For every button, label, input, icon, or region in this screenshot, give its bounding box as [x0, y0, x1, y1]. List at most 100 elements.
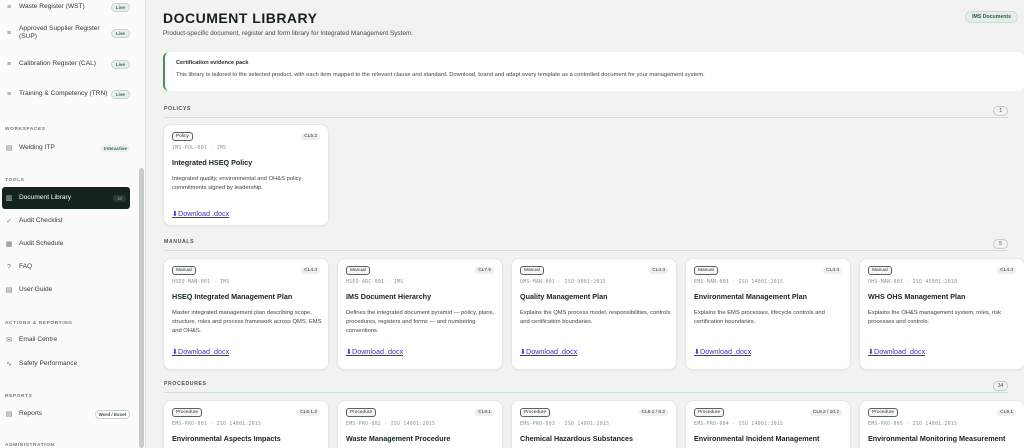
- section-divider: 34: [164, 381, 1008, 393]
- clause-badge: CL4.4: [301, 267, 320, 274]
- document-description: Master integrated management plan descri…: [172, 310, 322, 334]
- document-description: Integrated quality, environmental and OH…: [172, 176, 302, 191]
- page-subtitle: Product-specific document, register and …: [163, 30, 414, 37]
- document-card: Policy CL5.2 IMS-POL-001 · IMS Integrated H…: [163, 124, 329, 226]
- document-description: Explains the QMS process model, responsi…: [520, 310, 671, 325]
- calendar-icon: ▦: [5, 241, 13, 248]
- download-link[interactable]: ⬇Download .docx: [520, 347, 577, 356]
- section-heading-actions: ACTIONS & REPORTING: [5, 321, 73, 326]
- list-icon: ≡: [6, 90, 12, 98]
- count-badge: 10: [113, 194, 126, 202]
- document-card: Procedure CL8.2 / 10.2 EMS-PRO-004 · ISO 1…: [685, 400, 851, 448]
- document-title: WHS OHS Management Plan: [868, 292, 966, 301]
- sidebar-item-label: Training & Competency (TRN): [19, 90, 108, 97]
- sidebar-item-label: FAQ: [19, 263, 33, 270]
- mail-icon: ✉: [6, 337, 12, 344]
- callout-heading: Certification evidence pack: [176, 60, 249, 66]
- sidebar-item-reports[interactable]: ▤ Reports Word / Excel: [4, 409, 130, 419]
- sidebar-item-label: Audit Schedule: [19, 240, 64, 247]
- sidebar-item-label: Email Centre: [19, 336, 58, 343]
- document-description: Explains the OH&S management system, rol…: [868, 310, 1002, 325]
- document-card: Procedure CL9.1 EMS-PRO-005 · ISO 14001:20…: [859, 400, 1024, 448]
- download-link[interactable]: ⬇Download .docx: [346, 347, 403, 356]
- sidebar-item-label: Welding ITP: [19, 144, 55, 151]
- sidebar-item-welding-itp[interactable]: ▤ Welding ITP Interactive: [4, 142, 130, 154]
- document-title: Environmental Monitoring Measurement: [868, 434, 1006, 443]
- document-card: Manual CL4.4 OHS-MAN-001 · ISO 45001:2018 W…: [859, 258, 1024, 370]
- sidebar-item-label: Reports: [19, 410, 43, 417]
- sidebar-item-faq[interactable]: ? FAQ: [4, 262, 130, 272]
- document-card: Procedure CL8.1 / 8.2 EMS-PRO-003 · ISO 14…: [511, 400, 677, 448]
- document-card: Manual CL4.4 EMS-MAN-001 · ISO 14001:2015 E…: [685, 258, 851, 370]
- clause-badge: CL6.1.2: [297, 409, 320, 416]
- document-title: Quality Management Plan: [520, 292, 608, 301]
- document-type-tag: Procedure: [346, 408, 377, 417]
- document-card: Manual CL4.4 QMS-MAN-001 · ISO 9001:2015 Qu…: [511, 258, 677, 370]
- sidebar-item-audit-schedule[interactable]: ▦ Audit Schedule: [4, 239, 130, 249]
- clause-badge: CL9.1: [997, 409, 1016, 416]
- clause-badge: CL5.2: [301, 133, 320, 140]
- document-code: EMS-PRO-005 · ISO 14001:2015: [868, 422, 958, 427]
- sidebar-item-waste-register[interactable]: ≡ Waste Register (WST) Live: [4, 2, 130, 12]
- download-link[interactable]: ⬇Download .docx: [868, 347, 925, 356]
- status-badge: Live: [110, 89, 130, 99]
- document-code: EMS-PRO-001 · ISO 14001:2015: [172, 422, 262, 427]
- clause-badge: CL7.5: [475, 267, 494, 274]
- section-heading-workspaces: WORKSPACES: [5, 127, 46, 132]
- section-heading-reports: REPORTS: [5, 394, 33, 399]
- certification-callout: Certification evidence pack This library…: [163, 52, 1024, 91]
- section-divider: 1: [164, 106, 1008, 118]
- sidebar-item-safety-performance[interactable]: ∿ Safety Performance: [4, 359, 130, 369]
- sidebar-item-supplier-register[interactable]: ≡ Approved Supplier Register (SUP) Live: [4, 24, 130, 42]
- sidebar-scrollbar[interactable]: [139, 168, 144, 448]
- document-title: Environmental Incident Management: [694, 434, 820, 443]
- clause-badge: CL8.1 / 8.2: [638, 409, 668, 416]
- question-icon: ?: [7, 263, 11, 271]
- section-label-policies: POLICYS: [164, 106, 191, 112]
- sidebar-item-label: Calibration Register (CAL): [19, 60, 96, 67]
- document-type-tag: Procedure: [172, 408, 203, 417]
- document-title: IMS Document Hierarchy: [346, 292, 432, 301]
- sidebar-item-training[interactable]: ≡ Training & Competency (TRN) Live: [4, 85, 130, 103]
- document-code: EMS-PRO-003 · ISO 14001:2015: [520, 422, 610, 427]
- clause-badge: CL8.2 / 10.2: [809, 409, 842, 416]
- sidebar-item-audit-checklist[interactable]: ✓ Audit Checklist: [4, 216, 130, 226]
- sidebar-item-email-centre[interactable]: ✉ Email Centre: [4, 335, 130, 345]
- document-card: Procedure CL6.1.2 EMS-PRO-001 · ISO 14001:…: [163, 400, 329, 448]
- document-type-tag: Manual: [694, 266, 718, 275]
- document-code: EMS-MAN-001 · ISO 14001:2015: [694, 280, 784, 285]
- section-label-procedures: PROCEDURES: [164, 381, 207, 387]
- document-title: Integrated HSEQ Policy: [172, 158, 253, 167]
- sidebar-item-user-guide[interactable]: ▤ User Guide: [4, 285, 130, 295]
- section-divider: 5: [164, 239, 1008, 251]
- sidebar-item-label: User Guide: [19, 286, 53, 293]
- download-link[interactable]: ⬇Download .docx: [172, 209, 229, 218]
- sidebar-item-label: Audit Checklist: [19, 217, 63, 224]
- section-count: 5: [993, 239, 1008, 249]
- sidebar: ≡ Waste Register (WST) Live ≡ Approved S…: [0, 0, 146, 448]
- sidebar-item-label: Waste Register (WST): [19, 3, 85, 10]
- download-link[interactable]: ⬇Download .docx: [694, 347, 751, 356]
- list-icon: ≡: [6, 3, 12, 11]
- document-type-tag: Policy: [172, 132, 193, 141]
- document-title: Environmental Management Plan: [694, 292, 808, 301]
- sidebar-item-document-library[interactable]: ▥ Document Library 10: [2, 187, 130, 209]
- document-title: Environmental Aspects Impacts: [172, 434, 281, 443]
- sidebar-item-calibration-register[interactable]: ≡ Calibration Register (CAL) Live: [4, 55, 130, 73]
- list-icon: ≡: [6, 60, 12, 68]
- format-badge: Word / Excel: [94, 409, 130, 419]
- document-type-tag: Manual: [172, 266, 196, 275]
- section-label-manuals: MANUALS: [164, 239, 195, 245]
- check-icon: ✓: [6, 218, 12, 225]
- document-type-tag: Procedure: [520, 408, 551, 417]
- download-link[interactable]: ⬇Download .docx: [172, 347, 229, 356]
- document-code: QMS-MAN-001 · ISO 9001:2015: [520, 280, 607, 285]
- clause-badge: CL4.4: [823, 267, 842, 274]
- document-title: Waste Management Procedure: [346, 434, 451, 443]
- status-badge: Live: [110, 2, 130, 12]
- document-code: EMS-PRO-004 · ISO 14001:2015: [694, 422, 784, 427]
- section-count: 1: [993, 106, 1008, 116]
- clause-badge: CL4.4: [997, 267, 1016, 274]
- section-count: 34: [993, 381, 1008, 391]
- sidebar-item-label: Safety Performance: [19, 360, 78, 367]
